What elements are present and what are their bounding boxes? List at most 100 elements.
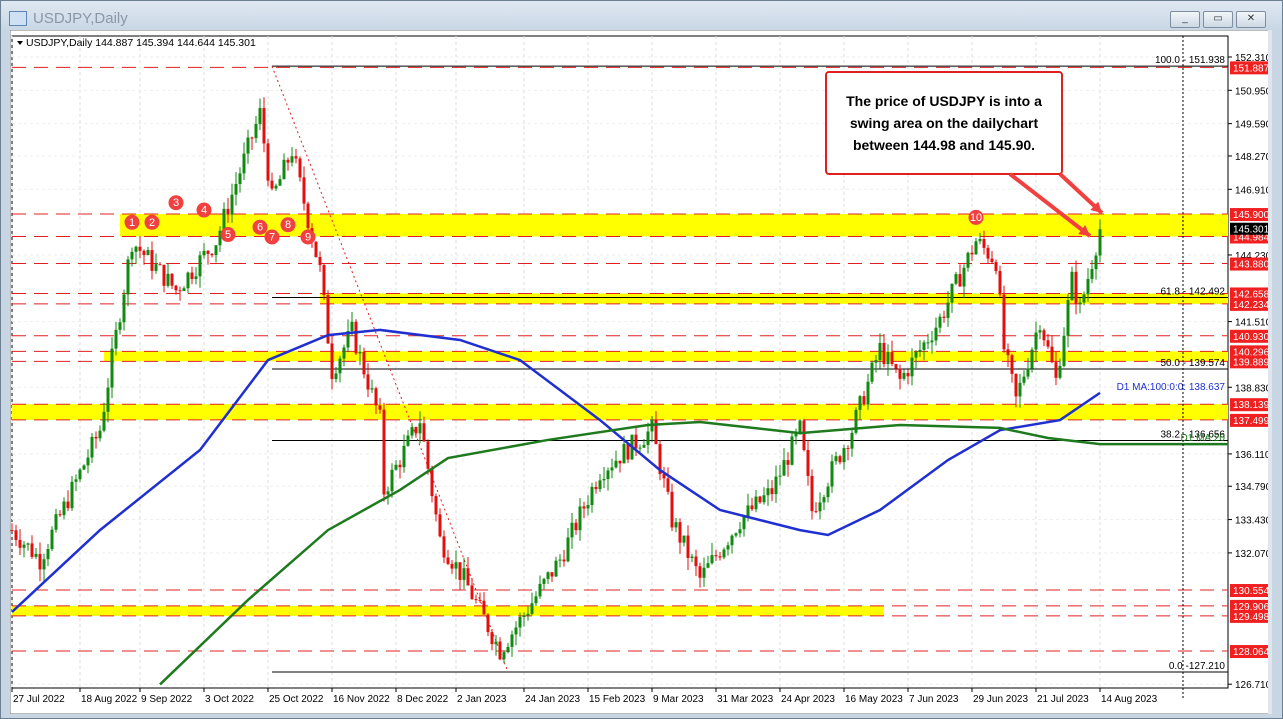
candle-body [1038,330,1042,333]
candle-body [1082,294,1086,303]
title-bar: USDJPY,Daily [9,7,128,29]
candle-body [134,246,138,252]
candle-body [106,387,110,412]
touch-marker-number: 2 [149,217,155,229]
candle-body [922,342,926,350]
candle-body [886,352,890,365]
touch-marker-number: 10 [970,212,982,224]
candle-body [966,252,970,268]
x-tick-label: 7 Jun 2023 [909,694,959,705]
chart-window-icon [9,10,27,26]
candle-body [450,563,454,569]
candle-body [702,567,706,578]
candle-body [1062,335,1066,366]
candle-body [442,536,446,558]
candle-body [398,464,402,468]
candle-body [698,566,702,578]
candle-body [558,559,562,561]
candle-body [122,294,126,323]
candle-body [1074,271,1078,304]
candle-body [798,420,802,433]
candle-body [1050,346,1054,363]
candle-body [174,285,178,291]
candle-body [166,273,170,286]
candle-body [1094,255,1098,270]
candle-body [594,486,598,490]
candle-body [710,555,714,564]
maximize-button[interactable]: ▭ [1203,11,1233,28]
x-tick-label: 16 Nov 2022 [333,694,390,705]
candle-body [982,239,986,248]
candle-body [958,274,962,287]
candle-body [198,255,202,277]
candle-body [366,374,370,390]
candle-body [734,533,738,536]
support-resistance-zone [320,293,1228,304]
candle-body [994,262,998,272]
candle-body [1022,376,1026,383]
x-tick-label: 14 Aug 2023 [1101,694,1158,705]
candle-body [162,264,166,286]
candle-body [546,572,550,579]
candle-body [678,522,682,543]
candle-body [1054,362,1058,378]
minimize-button[interactable]: _ [1170,11,1200,28]
candle-body [938,316,942,328]
candle-body [674,522,678,528]
candle-body [178,290,182,292]
candle-body [250,137,254,139]
candle-body [262,108,266,144]
candle-body [814,511,818,513]
candle-body [810,475,814,512]
candle-body [1066,300,1070,336]
candle-body [714,555,718,557]
candle-body [782,460,786,476]
candle-body [214,245,218,256]
candle-body [970,252,974,255]
candle-body [34,553,38,557]
candle-body [1034,332,1038,350]
candle-body [950,283,954,303]
candle-body [846,448,850,450]
candle-body [350,321,354,331]
candle-body [962,267,966,287]
candle-body [838,456,842,463]
candle-body [66,501,70,509]
candle-body [298,158,302,178]
candle-body [462,568,466,580]
candle-body [882,342,886,365]
candle-body [86,457,90,466]
candle-body [830,461,834,487]
candle-body [206,250,210,254]
x-tick-label: 8 Dec 2022 [397,694,449,705]
candle-body [506,646,510,653]
candle-body [990,258,994,263]
candle-body [522,615,526,617]
candle-body [182,288,186,292]
level-price-label: 143.880 [1233,260,1270,271]
candle-body [562,559,566,562]
candle-body [354,321,358,354]
candle-body [238,173,242,185]
candle-body [30,543,34,557]
candle-body [806,449,810,476]
candle-body [930,340,934,343]
candle-body [866,381,870,405]
level-price-label: 129.498 [1233,612,1270,623]
candle-body [762,495,766,503]
price-chart[interactable]: 100.0 - 151.938 61.8 - 142.492 50.0 - 139.… [10,30,1272,714]
candle-body [622,443,626,464]
touch-marker-number: 5 [225,229,231,241]
close-button[interactable]: ✕ [1236,11,1266,28]
candle-body [642,445,646,448]
moving-average-label: D1 MA:100:0:0: 138.637 [1117,382,1226,393]
candle-body [822,497,826,503]
candle-body [146,250,150,256]
candle-body [738,529,742,534]
level-price-label: 145.900 [1233,210,1270,221]
candle-body [94,436,98,439]
candle-body [302,177,306,204]
candle-body [578,506,582,531]
candle-body [606,470,610,480]
candle-body [466,568,470,586]
